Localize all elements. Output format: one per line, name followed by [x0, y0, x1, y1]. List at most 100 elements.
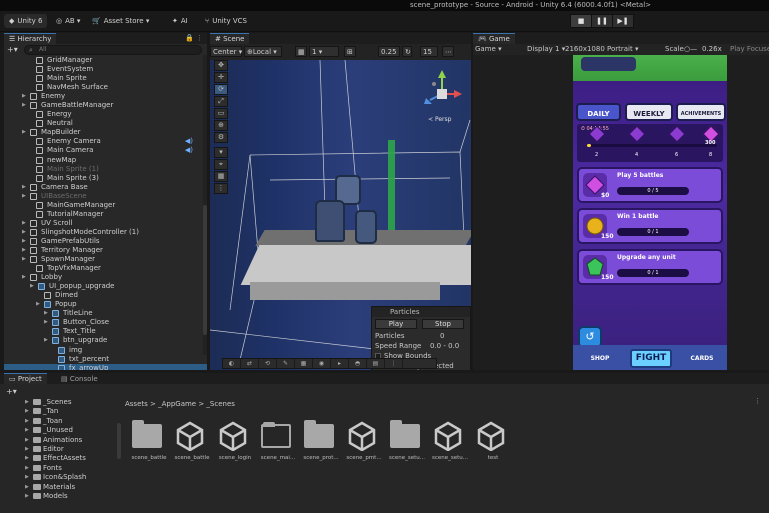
expand-arrow-icon[interactable]: ▶: [22, 192, 26, 201]
asset-item[interactable]: scene_prot...: [296, 418, 339, 468]
asset-item[interactable]: scene_pmt...: [339, 418, 382, 468]
snap-button[interactable]: ⊞: [344, 46, 356, 57]
hierarchy-item[interactable]: ▶ Enemy: [4, 92, 207, 101]
tab-hierarchy[interactable]: ☰ Hierarchy: [4, 33, 57, 44]
rect-tool-icon[interactable]: ▭: [214, 108, 228, 119]
angle-value-field[interactable]: 15: [420, 46, 438, 57]
project-folder-item[interactable]: ▶ EffectAssets: [0, 454, 118, 463]
hierarchy-item[interactable]: GridManager: [4, 56, 207, 65]
expand-arrow-icon[interactable]: ▶: [22, 255, 26, 264]
view-tool-icon[interactable]: ✥: [214, 60, 228, 71]
game-mode-dropdown[interactable]: Game ▾: [475, 44, 502, 55]
asset-item[interactable]: scene_battle: [124, 418, 166, 468]
tab-project[interactable]: ▭ Project: [4, 373, 47, 384]
hierarchy-item[interactable]: ▶ Popup: [4, 300, 207, 309]
lighting-icon[interactable]: ◐: [223, 359, 241, 368]
project-folder-item[interactable]: ▶ _Unused: [0, 426, 118, 435]
hierarchy-item[interactable]: Main Sprite (3): [4, 174, 207, 183]
hierarchy-item[interactable]: ▶ UV Scroll: [4, 219, 207, 228]
asset-item[interactable]: test: [468, 418, 510, 468]
pivot-dropdown[interactable]: Center ▾: [210, 46, 242, 57]
grid-tool-icon[interactable]: ▦: [214, 171, 228, 182]
pause-button[interactable]: ❚❚: [591, 14, 613, 28]
hierarchy-item[interactable]: img: [4, 346, 207, 355]
hierarchy-item[interactable]: Main Sprite (1): [4, 165, 207, 174]
hierarchy-item[interactable]: fx_arrowUp: [4, 363, 207, 370]
nav-shop[interactable]: SHOP: [583, 355, 617, 370]
rotate-tool-icon[interactable]: ⟳: [214, 84, 228, 95]
project-folder-item[interactable]: ▶ Fonts: [0, 464, 118, 473]
expand-arrow-icon[interactable]: ▶: [25, 464, 29, 473]
asset-item[interactable]: scene_mai...: [253, 418, 295, 468]
wireframe-icon[interactable]: ◓: [349, 359, 367, 368]
ai-button[interactable]: ✦ AI: [172, 14, 188, 28]
expand-arrow-icon[interactable]: ▶: [25, 473, 29, 482]
hierarchy-item[interactable]: ▶ GameBattleManager: [4, 101, 207, 110]
hierarchy-item[interactable]: ▶ SpawnManager: [4, 255, 207, 264]
hierarchy-item[interactable]: Neutral: [4, 119, 207, 128]
space-dropdown[interactable]: ⊕Local ▾: [244, 46, 282, 57]
hierarchy-scroll-thumb[interactable]: [203, 205, 207, 335]
hierarchy-item[interactable]: ▶ GamePrefabUtils: [4, 237, 207, 246]
snap-value-field[interactable]: 0.25: [378, 46, 400, 57]
hierarchy-item[interactable]: Dimed: [4, 291, 207, 300]
hierarchy-item[interactable]: ▶ SlingshotModeController (1): [4, 228, 207, 237]
project-folder-item[interactable]: ▶ Animations: [0, 436, 118, 445]
overlay-menu-icon[interactable]: ⋮: [385, 359, 403, 368]
hierarchy-item[interactable]: TopVfxManager: [4, 264, 207, 273]
grid-size-field[interactable]: 1 ▾: [309, 46, 339, 57]
snap-tool-icon[interactable]: ⌖: [214, 159, 228, 170]
expand-arrow-icon[interactable]: ▶: [22, 273, 26, 282]
orientation-gizmo[interactable]: [422, 70, 462, 118]
expand-arrow-icon[interactable]: ▶: [22, 246, 26, 255]
quest-card[interactable]: $0 Play 5 battles 0 / 5: [577, 167, 723, 203]
hierarchy-item[interactable]: txt_percent: [4, 355, 207, 364]
hierarchy-item[interactable]: Main Camera ◀): [4, 146, 207, 155]
rotate-snap-icon[interactable]: ↻: [402, 46, 412, 57]
nav-fight[interactable]: FIGHT: [630, 349, 672, 368]
expand-arrow-icon[interactable]: ▶: [22, 237, 26, 246]
expand-arrow-icon[interactable]: ▶: [44, 336, 48, 345]
project-folder-item[interactable]: ▶ Models: [0, 492, 118, 501]
increment-snap-icon[interactable]: ⋮: [214, 183, 228, 194]
camera-icon[interactable]: ▸: [331, 359, 349, 368]
visibility-icon[interactable]: ◉: [313, 359, 331, 368]
expand-arrow-icon[interactable]: ▶: [25, 417, 29, 426]
hierarchy-item[interactable]: ▶ Button_Close: [4, 318, 207, 327]
quest-card[interactable]: 150 Win 1 battle 0 / 1: [577, 208, 723, 244]
project-folder-item[interactable]: ▶ Icon&Splash: [0, 473, 118, 482]
move-tool-icon[interactable]: ✛: [214, 72, 228, 83]
expand-arrow-icon[interactable]: ▶: [22, 183, 26, 192]
hierarchy-search-input[interactable]: ⌕ All: [24, 45, 202, 55]
tab-weekly[interactable]: WEEKLY: [625, 103, 673, 121]
hierarchy-item[interactable]: ▶ Camera Base: [4, 183, 207, 192]
hierarchy-item[interactable]: Energy: [4, 110, 207, 119]
panel-menu-icon[interactable]: 🔒 ⋮: [185, 33, 203, 44]
hierarchy-item[interactable]: MainGameManager: [4, 201, 207, 210]
persp-label[interactable]: ≺ Persp: [428, 116, 451, 123]
display-dropdown[interactable]: Display 1 ▾: [527, 44, 565, 55]
hierarchy-item[interactable]: ▶ Territory Manager: [4, 246, 207, 255]
hierarchy-item[interactable]: TutorialManager: [4, 210, 207, 219]
shading-icon[interactable]: ▦: [295, 359, 313, 368]
tab-daily[interactable]: DAILY: [576, 103, 621, 121]
expand-arrow-icon[interactable]: ▶: [22, 219, 26, 228]
expand-arrow-icon[interactable]: ▶: [44, 309, 48, 318]
game-viewport[interactable]: DAILY WEEKLY ACHIVEMENTS ⏱ 04:54:55 2 4 …: [573, 55, 727, 370]
particles-play-button[interactable]: Play: [375, 319, 417, 329]
expand-arrow-icon[interactable]: ▶: [22, 228, 26, 237]
tool-settings-icon[interactable]: ▾: [214, 147, 228, 158]
tower-model[interactable]: [355, 210, 377, 244]
hierarchy-item[interactable]: Text_Title: [4, 327, 207, 336]
layers-icon[interactable]: ▤: [367, 359, 385, 368]
tab-game[interactable]: 🎮 Game: [473, 33, 515, 44]
expand-arrow-icon[interactable]: ▶: [25, 436, 29, 445]
scale-slider[interactable]: ○—: [684, 44, 697, 55]
nav-cards[interactable]: CARDS: [685, 355, 719, 370]
custom-tool-icon[interactable]: ⚙: [214, 132, 228, 143]
scene-settings-icon[interactable]: ⋯: [442, 46, 454, 57]
expand-arrow-icon[interactable]: ▶: [22, 101, 26, 110]
audio-icon[interactable]: ⇄: [241, 359, 259, 368]
quest-card[interactable]: 150 Upgrade any unit 0 / 1: [577, 249, 723, 285]
tower-model[interactable]: [315, 200, 345, 242]
